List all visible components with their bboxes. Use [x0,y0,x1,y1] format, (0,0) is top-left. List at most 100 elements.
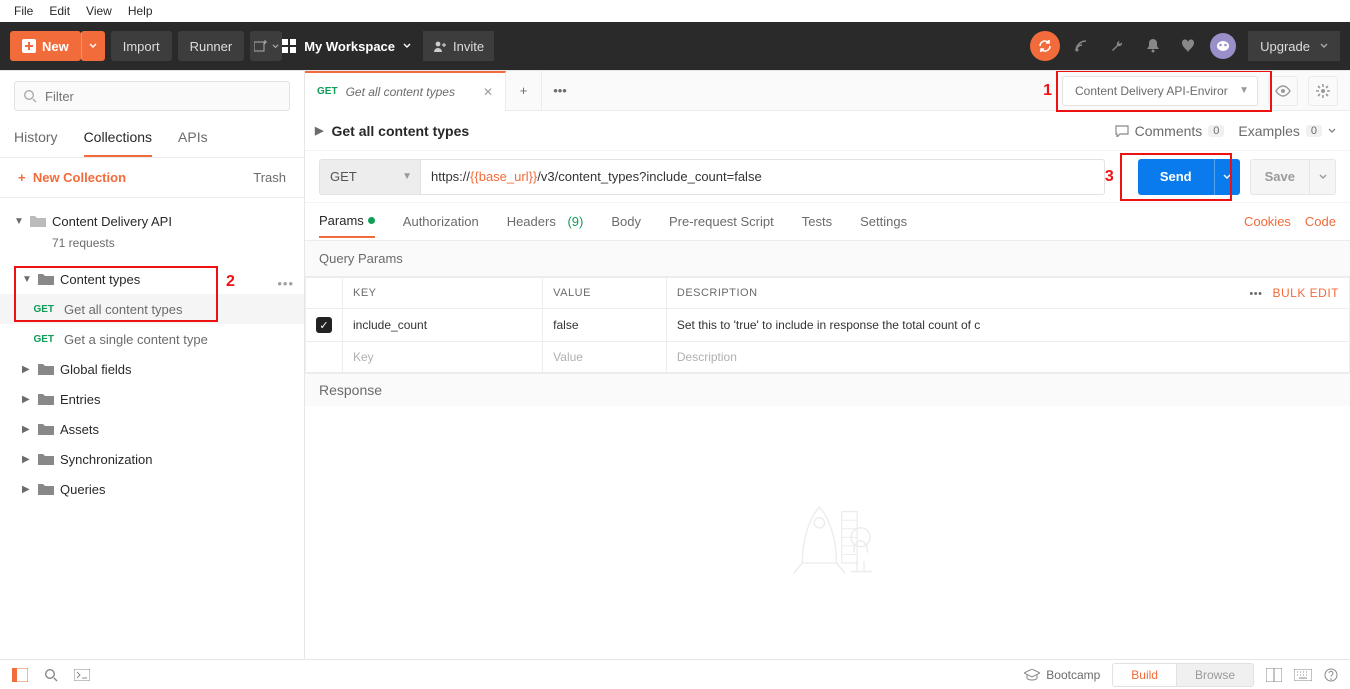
new-collection-button[interactable]: + New Collection [18,170,126,185]
param-row-empty[interactable]: Key Value Description [306,342,1350,373]
collection-tree: ▼ Content Delivery API 71 requests ••• ▼… [0,198,304,659]
folder-entries[interactable]: ▶ Entries [0,384,304,414]
chevron-down-icon [1328,127,1336,135]
chevron-down-icon: ▼ [402,171,412,182]
folder-global-fields[interactable]: ▶ Global fields [0,354,304,384]
sync-button[interactable] [1030,31,1060,61]
import-button[interactable]: Import [111,31,172,61]
heart-button[interactable] [1174,31,1204,61]
cookies-link[interactable]: Cookies [1244,214,1291,229]
examples-button[interactable]: Examples 0 [1238,123,1336,139]
save-dropdown[interactable] [1310,159,1336,195]
build-tab[interactable]: Build [1113,664,1177,686]
runner-button[interactable]: Runner [178,31,245,61]
send-dropdown[interactable] [1214,159,1240,195]
send-button[interactable]: Send [1138,159,1214,195]
header-icons: Upgrade [1030,31,1340,61]
comments-button[interactable]: Comments 0 [1115,123,1225,139]
subtab-authorization[interactable]: Authorization [403,206,479,237]
folder-queries[interactable]: ▶ Queries [0,474,304,504]
tab-collections[interactable]: Collections [84,121,152,157]
param-desc-placeholder[interactable]: Description [666,342,1349,373]
folder-content-types[interactable]: ▼ Content types [0,264,304,294]
code-link[interactable]: Code [1305,214,1336,229]
annotation-2: 2 [226,273,235,291]
col-key: KEY [343,278,543,309]
param-key-placeholder[interactable]: Key [343,342,543,373]
filter-input[interactable] [45,89,281,104]
subtab-tests[interactable]: Tests [802,206,832,237]
request-tab[interactable]: GET Get all content types ✕ [305,71,506,111]
bulk-edit-link[interactable]: Bulk Edit [1272,286,1339,300]
new-label: New [42,39,69,54]
collection-sub: 71 requests [0,232,304,254]
folder-icon [38,453,54,465]
url-row: GET ▼ https://{{base_url}}/v3/content_ty… [305,151,1350,203]
checkbox-checked-icon[interactable]: ✓ [316,317,332,333]
new-window-button[interactable] [250,31,282,61]
environment-selector[interactable]: Content Delivery API-Enviror ▼ [1062,76,1258,106]
folder-label: Entries [60,392,100,407]
console-icon[interactable] [74,669,90,681]
params-more-icon[interactable]: ••• [1249,288,1262,300]
help-icon[interactable] [1324,668,1338,682]
subtab-params[interactable]: Params [319,205,375,238]
param-row[interactable]: ✓ include_count false Set this to 'true'… [306,309,1350,342]
caret-right-icon[interactable]: ▶ [315,124,323,137]
bootcamp-link[interactable]: Bootcamp [1024,668,1100,682]
save-button[interactable]: Save [1250,159,1310,195]
menu-file[interactable]: File [6,4,41,18]
request-get-single-content-type[interactable]: GET Get a single content type [0,324,304,354]
upgrade-button[interactable]: Upgrade [1248,31,1340,61]
pane-toggle[interactable]: Build Browse [1112,663,1254,687]
tab-apis[interactable]: APIs [178,121,208,157]
bell-button[interactable] [1138,31,1168,61]
environment-settings[interactable] [1308,76,1338,106]
folder-synchronization[interactable]: ▶ Synchronization [0,444,304,474]
param-value[interactable]: false [543,309,667,342]
menu-edit[interactable]: Edit [41,4,78,18]
collection-more-icon[interactable]: ••• [277,276,294,291]
caret-right-icon: ▶ [22,394,32,405]
wrench-icon [1109,38,1125,54]
subtab-settings[interactable]: Settings [860,206,907,237]
param-key[interactable]: include_count [343,309,543,342]
keyboard-icon[interactable] [1294,669,1312,681]
filter-box[interactable] [14,81,290,111]
folder-assets[interactable]: ▶ Assets [0,414,304,444]
subtab-body[interactable]: Body [611,206,641,237]
browse-tab[interactable]: Browse [1177,664,1253,686]
satellite-button[interactable] [1066,31,1096,61]
request-get-all-content-types[interactable]: GET Get all content types [0,294,304,324]
wrench-button[interactable] [1102,31,1132,61]
subtab-headers[interactable]: Headers (9) [507,206,584,237]
new-dropdown[interactable] [81,31,105,61]
two-pane-icon[interactable] [1266,668,1282,682]
annotation-1: 1 [1043,82,1052,100]
subtab-prereq[interactable]: Pre-request Script [669,206,774,237]
close-tab-icon[interactable]: ✕ [483,85,493,99]
param-desc[interactable]: Set this to 'true' to include in respons… [666,309,1349,342]
workspace-selector[interactable]: My Workspace [282,39,411,54]
invite-button[interactable]: Invite [423,31,494,61]
environment-quicklook[interactable] [1268,76,1298,106]
chevron-down-icon [1319,173,1327,181]
tab-history[interactable]: History [14,121,58,157]
avatar[interactable] [1210,33,1236,59]
trash-link[interactable]: Trash [253,170,286,185]
menu-help[interactable]: Help [120,4,161,18]
find-icon[interactable] [44,668,58,682]
bell-icon [1146,38,1160,54]
sidebar: History Collections APIs + New Collectio… [0,71,305,659]
new-tab-button[interactable]: + [506,71,542,111]
method-selector[interactable]: GET ▼ [319,159,421,195]
tab-method: GET [317,86,338,97]
caret-right-icon: ▶ [22,364,32,375]
sidebar-toggle-icon[interactable] [12,668,28,682]
menu-view[interactable]: View [78,4,120,18]
url-input[interactable]: https://{{base_url}}/v3/content_types?in… [421,159,1105,195]
param-value-placeholder[interactable]: Value [543,342,667,373]
url-post: /v3/content_types?include_count=false [537,169,761,184]
new-button[interactable]: New [10,31,81,61]
tab-more-button[interactable]: ••• [542,71,578,111]
